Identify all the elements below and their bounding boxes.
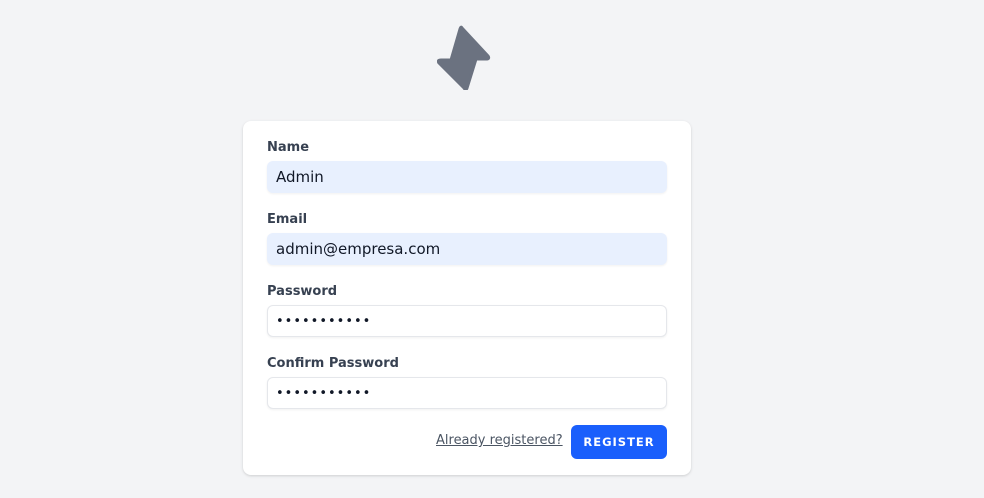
confirm-password-label: Confirm Password [267, 356, 399, 371]
email-input[interactable] [267, 233, 667, 265]
register-button[interactable]: REGISTER [571, 425, 667, 459]
password-label: Password [267, 284, 338, 299]
register-card: Name Email Password Confirm Password Alr… [243, 121, 691, 475]
lightning-bolt-icon[interactable] [437, 24, 497, 90]
name-input[interactable] [267, 161, 667, 193]
email-label: Email [267, 212, 308, 227]
confirm-password-input[interactable] [267, 377, 667, 409]
password-input[interactable] [267, 305, 667, 337]
already-registered-link[interactable]: Already registered? [436, 433, 563, 449]
name-label: Name [267, 140, 310, 155]
